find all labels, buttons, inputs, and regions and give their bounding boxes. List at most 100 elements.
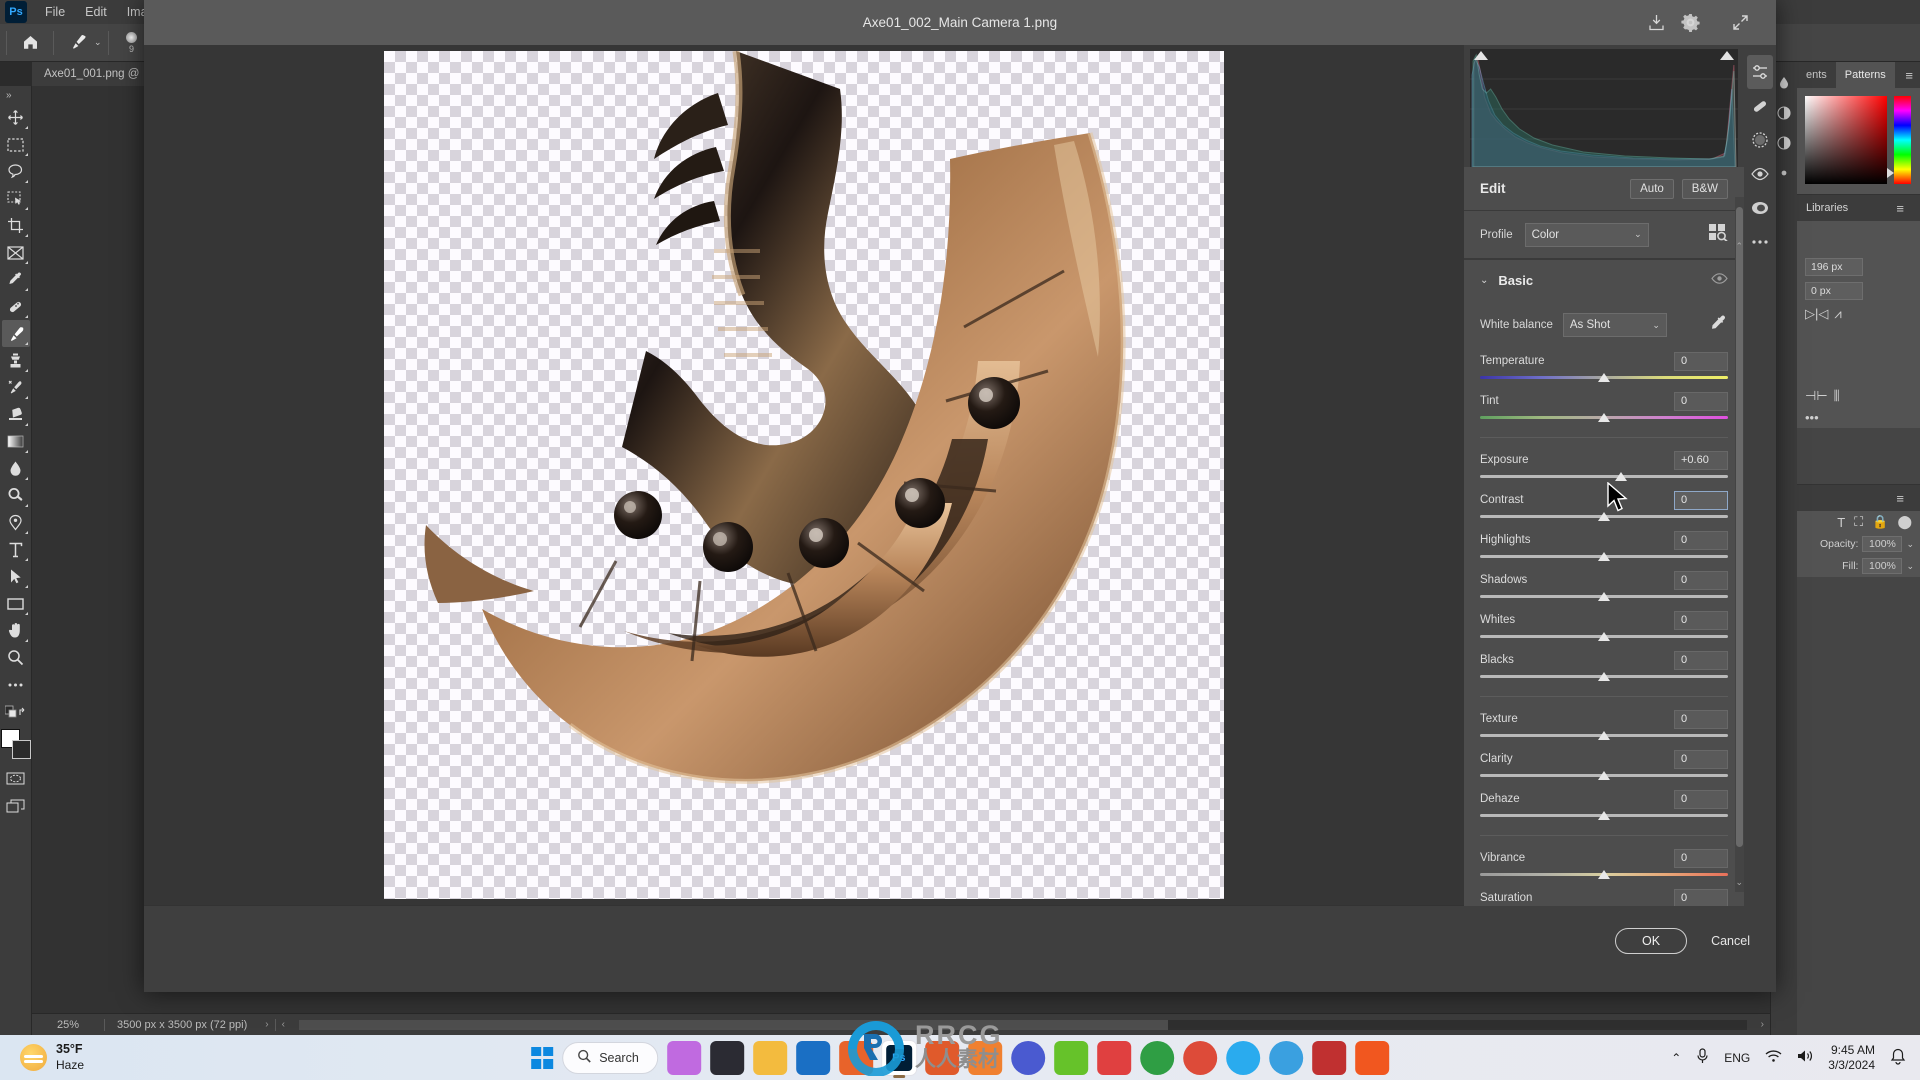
menu-file[interactable]: File	[35, 0, 75, 24]
slider-value[interactable]: 0	[1674, 490, 1728, 510]
clock[interactable]: 9:45 AM 3/3/2024	[1828, 1043, 1875, 1073]
slider-thumb[interactable]	[1598, 512, 1610, 521]
crop-tool[interactable]	[2, 212, 30, 239]
eyedropper-icon[interactable]	[1710, 314, 1728, 337]
slider-value[interactable]: 0	[1674, 610, 1728, 630]
hand-tool[interactable]	[2, 617, 30, 644]
scrollbar-thumb[interactable]	[1736, 207, 1743, 847]
slider-value[interactable]: 0	[1674, 351, 1728, 371]
volume-icon[interactable]	[1797, 1049, 1813, 1066]
scroll-down-icon[interactable]: ⌄	[1735, 877, 1743, 888]
slider-thumb[interactable]	[1598, 552, 1610, 561]
panel-scrollbar[interactable]	[1735, 197, 1744, 892]
quick-mask-icon[interactable]	[2, 765, 30, 792]
slider-value[interactable]: 0	[1674, 789, 1728, 809]
opacity-chevron-icon[interactable]: ⌄	[1906, 539, 1914, 550]
ok-button[interactable]: OK	[1615, 928, 1688, 954]
more-options-icon[interactable]: •••	[1805, 410, 1819, 425]
language-indicator[interactable]: ENG	[1724, 1051, 1750, 1065]
slider-thumb[interactable]	[1598, 632, 1610, 641]
status-chevron-icon[interactable]: ›	[259, 1019, 274, 1030]
clone-stamp-tool[interactable]	[2, 347, 30, 374]
scroll-right-icon[interactable]: ›	[1755, 1019, 1770, 1030]
background-color[interactable]	[11, 740, 31, 759]
lasso-tool[interactable]	[2, 158, 30, 185]
opacity-value[interactable]: 100%	[1862, 536, 1903, 552]
slider-track[interactable]	[1480, 511, 1728, 523]
spacing-field-2[interactable]: 0 px	[1805, 282, 1863, 300]
dark-app[interactable]	[709, 1040, 744, 1075]
slider-value[interactable]: 0	[1674, 650, 1728, 670]
slider-thumb[interactable]	[1598, 811, 1610, 820]
panel-menu-icon[interactable]: ≡	[1898, 62, 1920, 88]
telegram[interactable]	[1225, 1040, 1260, 1075]
expand-icon[interactable]	[1731, 0, 1750, 45]
slider-track[interactable]	[1480, 591, 1728, 603]
fill-value[interactable]: 100%	[1862, 558, 1903, 574]
brave[interactable]	[1354, 1040, 1389, 1075]
shadow-clipping-indicator[interactable]	[1474, 51, 1488, 63]
rgb-histogram[interactable]	[1470, 49, 1738, 167]
gear-icon[interactable]	[1681, 0, 1700, 45]
rectangle-tool[interactable]	[2, 590, 30, 617]
brush-preset-chevron-icon[interactable]: ⌄	[94, 37, 102, 48]
tab-patterns[interactable]: Patterns	[1835, 62, 1895, 88]
slider-track[interactable]	[1480, 671, 1728, 683]
pd-app[interactable]	[1311, 1040, 1346, 1075]
photoshop-taskbar-app[interactable]: Ps	[881, 1040, 916, 1078]
slider-thumb[interactable]	[1598, 731, 1610, 740]
copilot-app[interactable]	[666, 1040, 701, 1075]
blue-globe-app[interactable]	[1010, 1040, 1045, 1075]
edit-tool[interactable]	[1747, 55, 1773, 89]
slider-thumb[interactable]	[1598, 373, 1610, 382]
slider-thumb[interactable]	[1598, 672, 1610, 681]
weather-widget[interactable]: 35°F Haze	[0, 1042, 210, 1073]
layers-menu-icon[interactable]: ≡	[1889, 491, 1911, 506]
brush-icon[interactable]	[60, 28, 94, 58]
scroll-left-icon[interactable]: ‹	[276, 1019, 291, 1030]
history-brush-tool[interactable]	[2, 374, 30, 401]
path-selection-tool[interactable]	[2, 563, 30, 590]
slider-track[interactable]	[1480, 730, 1728, 742]
lock-text-icon[interactable]: T	[1837, 515, 1845, 530]
media-app[interactable]	[924, 1040, 959, 1075]
wifi-icon[interactable]	[1765, 1049, 1782, 1066]
spot-healing-brush-tool[interactable]	[2, 293, 30, 320]
adjustments-icon[interactable]	[1773, 98, 1795, 128]
microphone-icon[interactable]	[1696, 1048, 1709, 1067]
file-explorer[interactable]	[752, 1040, 787, 1075]
color-drop-icon[interactable]	[1773, 68, 1795, 98]
slider-track[interactable]	[1480, 810, 1728, 822]
search-box[interactable]: Search	[562, 1041, 658, 1074]
slider-track[interactable]	[1480, 770, 1728, 782]
eyedropper-tool[interactable]	[2, 266, 30, 293]
download-icon[interactable]	[1647, 0, 1666, 45]
basic-section-header[interactable]: ⌄ Basic	[1464, 259, 1744, 301]
slider-track[interactable]	[1480, 412, 1728, 424]
profile-browser-icon[interactable]	[1708, 223, 1728, 246]
hue-strip[interactable]	[1887, 96, 1911, 184]
notification-icon[interactable]	[1890, 1048, 1906, 1068]
slider-value[interactable]: 0	[1674, 709, 1728, 729]
rectangular-marquee-tool[interactable]	[2, 131, 30, 158]
tab-gradients[interactable]: ents	[1797, 62, 1836, 88]
radial-gradient-tool[interactable]	[1747, 191, 1773, 225]
slider-thumb[interactable]	[1598, 592, 1610, 601]
color-field[interactable]	[1805, 96, 1887, 184]
green-note-app[interactable]	[1053, 1040, 1088, 1075]
brush-tool[interactable]	[1, 320, 30, 347]
eraser-tool[interactable]	[2, 401, 30, 428]
tray-expand-icon[interactable]: ⌃	[1671, 1051, 1681, 1065]
slider-track[interactable]	[1480, 372, 1728, 384]
slider-thumb[interactable]	[1615, 472, 1628, 481]
libraries-menu-icon[interactable]: ≡	[1889, 201, 1911, 216]
slider-thumb[interactable]	[1598, 870, 1610, 879]
auto-button[interactable]: Auto	[1630, 178, 1674, 199]
align-center-icon[interactable]: ⊣⊢	[1805, 388, 1828, 404]
move-tool[interactable]	[2, 104, 30, 131]
microsoft-store[interactable]	[795, 1040, 830, 1075]
horizontal-scrollbar[interactable]	[298, 1019, 1747, 1030]
slider-value[interactable]: 0	[1674, 848, 1728, 868]
lock-all-icon[interactable]: ⬤	[1897, 514, 1912, 530]
cancel-button[interactable]: Cancel	[1711, 934, 1750, 948]
